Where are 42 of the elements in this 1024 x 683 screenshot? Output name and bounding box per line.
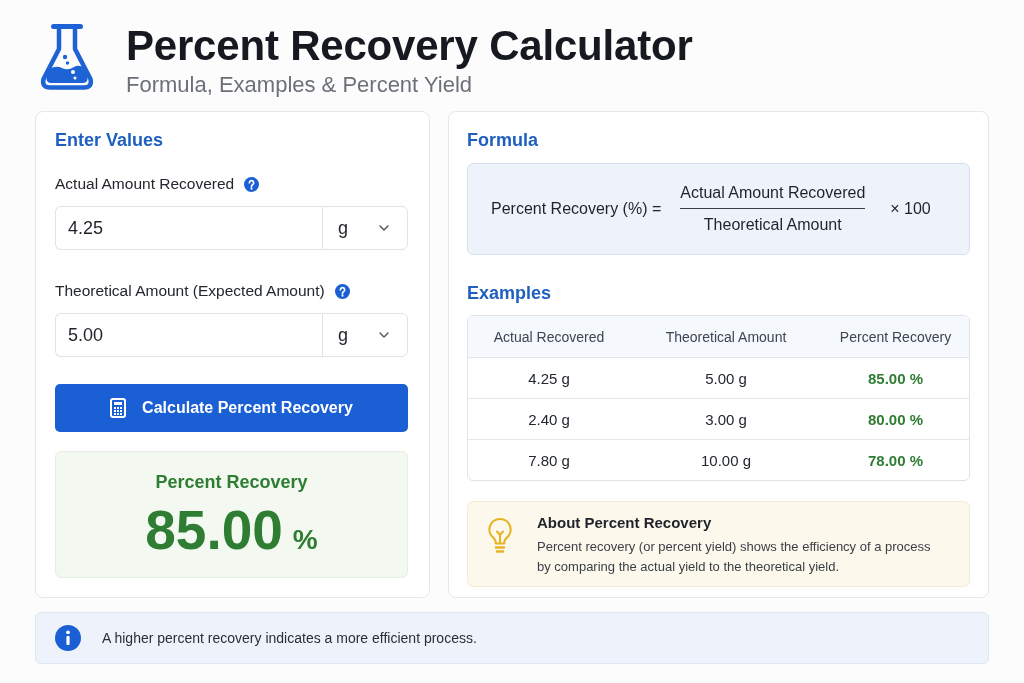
result-label: Percent Recovery — [155, 471, 308, 493]
info-text: A higher percent recovery indicates a more efficient process. — [102, 630, 477, 646]
tip-text: Percent recovery (or percent yield) shows the efficiency of a process by comparing the actual yield to the theoretical yield. — [537, 538, 932, 576]
page-title: Percent Recovery Calculator — [126, 22, 693, 70]
table-cell: 4.25 g — [528, 369, 570, 387]
help-icon[interactable] — [244, 176, 260, 192]
table-cell: 5.00 g — [705, 369, 747, 387]
section-heading: Formula — [467, 129, 539, 151]
info-icon — [55, 625, 81, 651]
field-label: Theoretical Amount (Expected Amount) — [55, 282, 325, 300]
amount-input[interactable]: 4.25 — [55, 206, 322, 250]
formula-numerator: Actual Amount Recovered — [680, 184, 866, 202]
table-cell: 2.40 g — [528, 410, 570, 428]
help-icon[interactable] — [334, 283, 350, 299]
formula-denominator: Theoretical Amount — [703, 216, 842, 234]
table-cell: 10.00 g — [700, 451, 751, 469]
chevron-down-icon — [379, 225, 389, 231]
unit-dropdown[interactable]: g — [322, 313, 408, 357]
page-subtitle: Formula, Examples & Percent Yield — [126, 72, 474, 98]
formula-label: Percent Recovery (%) = — [491, 200, 662, 218]
table-cell: 80.00 % — [867, 410, 923, 428]
section-heading: Enter Values — [55, 129, 165, 151]
table-cell: 78.00 % — [867, 451, 923, 469]
flask-icon — [38, 22, 96, 92]
result-unit: % — [292, 524, 318, 556]
table-cell: 3.00 g — [705, 410, 747, 428]
formula-multiplier: × 100 — [890, 200, 931, 218]
column-header: Percent Recovery — [839, 328, 952, 345]
tip-title: About Percent Recovery — [537, 514, 713, 532]
column-header: Actual Recovered — [493, 328, 605, 345]
section-heading: Examples — [467, 282, 553, 304]
calculate-button[interactable]: Calculate Percent Recovery — [55, 384, 408, 432]
lightbulb-icon — [487, 517, 513, 555]
calculator-icon — [110, 398, 127, 418]
column-header: Theoretical Amount — [665, 328, 787, 345]
result-value: 85.00 — [145, 499, 283, 561]
field-label: Actual Amount Recovered — [55, 175, 235, 193]
unit-dropdown[interactable]: g — [322, 206, 408, 250]
table-cell: 85.00 % — [867, 369, 923, 387]
chevron-down-icon — [379, 332, 389, 338]
table-cell: 7.80 g — [528, 451, 570, 469]
amount-input[interactable]: 5.00 — [55, 313, 322, 357]
